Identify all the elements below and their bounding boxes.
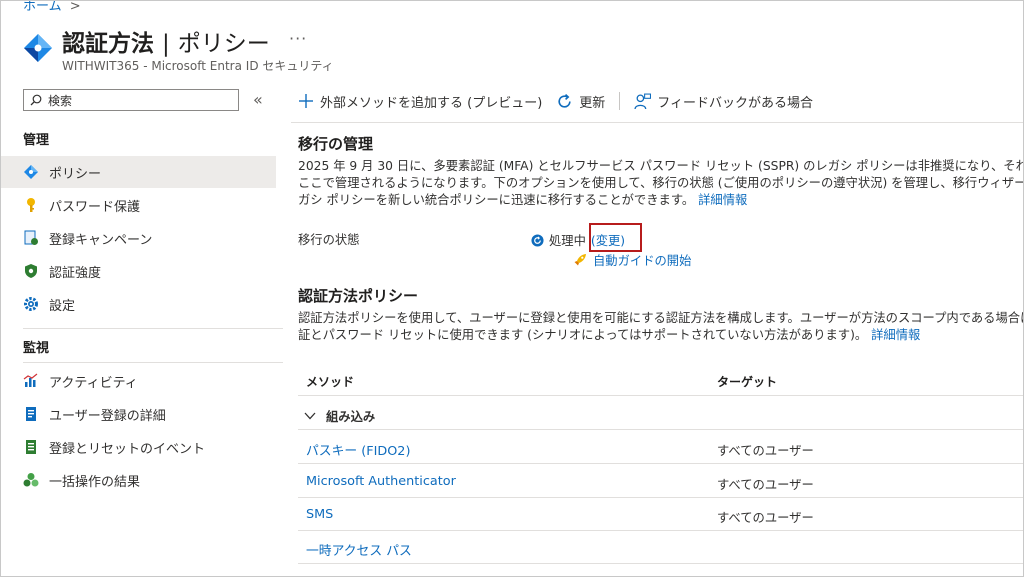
add-external-method-button[interactable]: 外部メソッドを追加する (プレビュー)	[298, 92, 542, 111]
column-header-method[interactable]: メソッド	[306, 373, 354, 390]
breadcrumb-home[interactable]: ホーム	[23, 1, 62, 14]
nav-section-manage: 管理	[23, 133, 50, 148]
method-link-sms[interactable]: SMS	[306, 507, 333, 522]
sidebar-item-label: 認証強度	[49, 265, 102, 281]
command-bar: 外部メソッドを追加する (プレビュー) 更新 フィードバックがある場合	[298, 87, 827, 115]
sidebar-item-label: 登録キャンペーン	[49, 232, 153, 248]
feedback-icon	[634, 93, 652, 109]
activity-chart-icon	[23, 373, 39, 389]
sidebar-item-label: 設定	[49, 298, 76, 314]
start-auto-guide-link[interactable]: 自動ガイドの開始	[573, 251, 691, 269]
nav-section-monitor: 監視	[23, 341, 50, 356]
migration-line: 2025 年 9 月 30 日に、多要素認証 (MFA) とセルフサービス パス…	[298, 159, 1024, 173]
migration-heading: 移行の管理	[298, 135, 374, 153]
migration-line: ここで管理されるようになります。下のオプションを使用して、移行の状態 (ご使用の…	[298, 176, 1024, 190]
entra-logo-icon	[24, 34, 52, 62]
policy-description: 認証方法ポリシーを使用して、ユーザーに登録と使用を可能にする認証方法を構成します…	[298, 310, 1024, 344]
migration-line: ガシ ポリシーを新しい統合ポリシーに迅速に移行することができます。	[298, 193, 695, 207]
feedback-button[interactable]: フィードバックがある場合	[634, 92, 813, 111]
refresh-label: 更新	[579, 95, 606, 111]
group-row-builtin[interactable]: 組み込み	[304, 407, 375, 425]
search-placeholder: 検索	[48, 93, 73, 108]
search-input[interactable]: 検索	[23, 89, 239, 111]
migration-description: 2025 年 9 月 30 日に、多要素認証 (MFA) とセルフサービス パス…	[298, 158, 1024, 209]
refresh-icon	[558, 93, 571, 108]
row-divider	[298, 530, 1023, 531]
campaign-icon	[23, 230, 39, 246]
gear-icon	[23, 296, 39, 312]
sidebar-item-password-protection[interactable]: パスワード保護	[1, 189, 276, 221]
sidebar-item-label: アクティビティ	[49, 375, 138, 391]
policy-line: 認証方法ポリシーを使用して、ユーザーに登録と使用を可能にする認証方法を構成します…	[298, 311, 1024, 325]
policy-learn-more-link[interactable]: 詳細情報	[871, 328, 920, 342]
sidebar-item-activity[interactable]: アクティビティ	[1, 365, 276, 397]
row-divider	[298, 463, 1023, 464]
method-link-passkey[interactable]: パスキー (FIDO2)	[306, 440, 410, 459]
column-header-target[interactable]: ターゲット	[717, 373, 777, 390]
in-progress-icon	[531, 233, 544, 247]
sidebar-item-bulk-operation-results[interactable]: 一括操作の結果	[1, 464, 276, 496]
policy-line: 証とパスワード リセットに使用できます (シナリオによってはサポートされていない…	[298, 328, 868, 342]
title-separator: |	[162, 31, 170, 57]
sidebar-item-registration-reset-events[interactable]: 登録とリセットのイベント	[1, 431, 276, 463]
sidebar-item-policy[interactable]: ポリシー	[1, 156, 276, 188]
sidebar-item-label: ポリシー	[49, 166, 102, 182]
method-target: すべてのユーザー	[717, 478, 814, 492]
table-header-divider	[298, 395, 1023, 396]
method-link-microsoft-authenticator[interactable]: Microsoft Authenticator	[306, 474, 456, 489]
breadcrumb-chevron: >	[69, 0, 81, 14]
highlight-annotation	[589, 223, 642, 252]
row-divider	[298, 563, 1023, 564]
start-auto-guide-label: 自動ガイドの開始	[593, 254, 692, 268]
sidebar-item-settings[interactable]: 設定	[1, 288, 276, 320]
page-title-main: 認証方法	[62, 31, 154, 57]
group-label: 組み込み	[326, 410, 376, 424]
page-title-sub: ポリシー	[177, 31, 270, 57]
breadcrumb[interactable]: ホーム >	[23, 0, 81, 14]
shield-icon	[23, 263, 39, 279]
sidebar-item-label: 一括操作の結果	[49, 474, 141, 490]
rocket-icon	[574, 254, 586, 266]
more-options-button[interactable]: ···	[289, 29, 307, 48]
migration-learn-more-link[interactable]: 詳細情報	[698, 193, 747, 207]
sidebar-item-label: ユーザー登録の詳細	[49, 408, 166, 424]
toolbar-divider	[291, 122, 1023, 123]
collapse-sidebar-button[interactable]: «	[253, 90, 263, 109]
events-icon	[23, 439, 39, 455]
row-divider	[298, 497, 1023, 498]
sidebar-item-label: 登録とリセットのイベント	[49, 441, 206, 457]
sidebar-item-label: パスワード保護	[49, 199, 141, 215]
nav-divider	[23, 362, 283, 363]
page-title: 認証方法 | ポリシー	[62, 24, 270, 58]
policy-icon	[23, 164, 39, 180]
bulk-ops-icon	[23, 472, 39, 488]
nav-divider	[23, 328, 283, 329]
refresh-button[interactable]: 更新	[556, 92, 605, 111]
policy-heading: 認証方法ポリシー	[298, 287, 419, 305]
row-divider	[298, 429, 1023, 430]
plus-icon	[299, 94, 313, 108]
method-link-temporary-access-pass[interactable]: 一時アクセス パス	[306, 540, 412, 559]
method-target: すべてのユーザー	[717, 444, 814, 458]
sidebar-item-registration-campaign[interactable]: 登録キャンペーン	[1, 222, 276, 254]
chevron-down-icon	[304, 412, 316, 420]
sidebar-item-auth-strength[interactable]: 認証強度	[1, 255, 276, 287]
sidebar-item-user-registration-details[interactable]: ユーザー登録の詳細	[1, 398, 276, 430]
search-icon	[30, 94, 42, 106]
add-external-method-label: 外部メソッドを追加する (プレビュー)	[320, 95, 543, 111]
app-window: ホーム > 認証方法 | ポリシー ··· WITHWIT365 - Microso…	[0, 0, 1024, 577]
migration-state-value: 処理中	[549, 234, 586, 248]
key-icon	[23, 197, 39, 213]
method-target: すべてのユーザー	[717, 511, 814, 525]
feedback-label: フィードバックがある場合	[657, 95, 814, 111]
migration-state-label: 移行の状態	[298, 233, 360, 247]
toolbar-separator	[619, 92, 621, 110]
user-details-icon	[23, 406, 39, 422]
page-subtitle: WITHWIT365 - Microsoft Entra ID セキュリティ	[62, 59, 334, 73]
